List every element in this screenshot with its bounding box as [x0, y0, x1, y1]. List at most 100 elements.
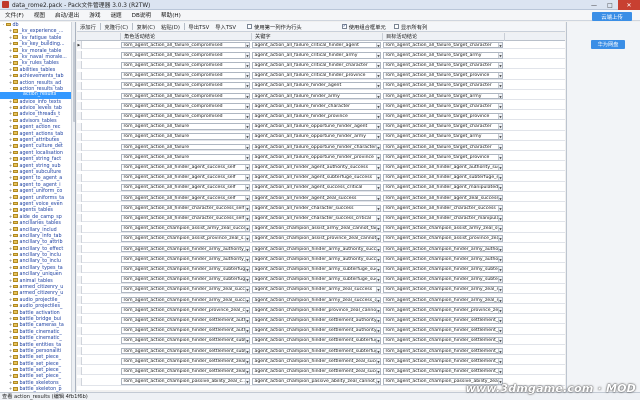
target-result-cell[interactable]: rom_agent_action_champion_hinder_army_ze…	[383, 296, 503, 304]
agent-result-cell[interactable]: rom_agent_action_all_failure ▼	[121, 153, 250, 161]
row-selector[interactable]	[77, 51, 82, 60]
table-row[interactable]: rom_agent_action_all_hinder_agent_succes…	[77, 183, 565, 192]
agent-result-cell[interactable]: rom_agent_action_champion_hinder_settlem…	[121, 347, 250, 355]
combo-cells-checkbox[interactable]: ✓ 使用组合框单元	[341, 23, 386, 31]
table-row[interactable]: rom_agent_action_champion_hinder_army_au…	[77, 255, 565, 264]
import-tsv-button[interactable]: 导入TSV	[212, 23, 239, 31]
row-selector[interactable]	[77, 143, 82, 151]
agent-result-cell[interactable]: rom_agent_action_champion_assist_army_ze…	[121, 225, 250, 232]
key-cell[interactable]: agent_action_all_failure_critical_hinder…	[252, 61, 381, 69]
key-cell[interactable]: agent_action_all_hinder_agent_success_cr…	[252, 184, 381, 192]
agent-result-cell[interactable]: rom_agent_action_champion_hinder_settlem…	[121, 337, 250, 345]
add-row-button[interactable]: 添加行	[77, 23, 99, 31]
agent-result-cell[interactable]: rom_agent_action_all_hinder_agent_succes…	[121, 184, 250, 192]
table-row[interactable]: rom_agent_action_all_failure ▼ agent_actio…	[77, 143, 565, 151]
key-cell[interactable]: agent_action_champion_hinder_army_subter…	[252, 265, 381, 273]
key-cell[interactable]: agent_action_all_hinder_character_succes…	[252, 214, 381, 222]
target-result-cell[interactable]: rom_agent_action_all_failure_target_prov…	[383, 112, 503, 120]
row-selector[interactable]	[77, 214, 82, 223]
target-result-cell[interactable]: rom_agent_action_champion_hinder_army_su…	[383, 276, 503, 283]
minimize-button[interactable]: —	[586, 0, 602, 10]
cloud-upload-button[interactable]: 云端上传	[592, 12, 632, 21]
combo-dropdown-icon[interactable]: ▼	[245, 277, 249, 283]
table-row[interactable]: rom_agent_action_all_failure_compromised…	[77, 112, 565, 121]
combo-dropdown-icon[interactable]: ▼	[498, 73, 502, 79]
clone-row-button[interactable]: 克隆行(C)	[101, 23, 131, 31]
combo-dropdown-icon[interactable]: ▼	[376, 62, 380, 68]
agent-result-cell[interactable]: rom_agent_action_all_failure ▼	[121, 123, 250, 130]
row-selector[interactable]	[77, 183, 82, 192]
combo-dropdown-icon[interactable]: ▼	[498, 348, 502, 354]
combo-dropdown-icon[interactable]: ▼	[245, 236, 249, 242]
combo-dropdown-icon[interactable]: ▼	[245, 62, 249, 68]
combo-dropdown-icon[interactable]: ▼	[498, 175, 502, 181]
agent-result-cell[interactable]: rom_agent_action_champion_passive_abilit…	[121, 378, 250, 385]
combo-dropdown-icon[interactable]: ▼	[498, 113, 502, 119]
key-cell[interactable]: agent_action_all_failure_opportune_hinde…	[252, 153, 381, 161]
combo-dropdown-icon[interactable]: ▼	[498, 134, 502, 140]
combo-dropdown-icon[interactable]: ▼	[376, 307, 380, 313]
agent-result-cell[interactable]: rom_agent_action_all_failure_compromised…	[121, 61, 250, 69]
agent-result-cell[interactable]: rom_agent_action_all_hinder_character_su…	[121, 204, 250, 212]
target-result-cell[interactable]: rom_agent_action_all_failure_target_army…	[383, 92, 503, 100]
combo-dropdown-icon[interactable]: ▼	[498, 307, 502, 313]
combo-dropdown-icon[interactable]: ▼	[376, 277, 380, 283]
column-header-key[interactable]: 关键字	[252, 33, 383, 41]
combo-dropdown-icon[interactable]: ▼	[245, 103, 249, 109]
combo-dropdown-icon[interactable]: ▼	[245, 317, 249, 323]
combo-dropdown-icon[interactable]: ▼	[376, 287, 380, 293]
table-row[interactable]: rom_agent_action_all_failure_compromised…	[77, 92, 565, 100]
combo-dropdown-icon[interactable]: ▼	[498, 317, 502, 323]
combo-dropdown-icon[interactable]: ▼	[498, 215, 502, 221]
table-row[interactable]: rom_agent_action_all_failure_compromised…	[77, 51, 565, 60]
combo-dropdown-icon[interactable]: ▼	[376, 164, 380, 170]
target-result-cell[interactable]: rom_agent_action_all_hinder_agent_subter…	[383, 174, 503, 181]
agent-result-cell[interactable]: rom_agent_action_all_hinder_agent_succes…	[121, 194, 250, 202]
key-cell[interactable]: agent_action_champion_hinder_army_zeal_s…	[252, 296, 381, 304]
agent-result-cell[interactable]: rom_agent_action_all_failure_compromised…	[121, 102, 250, 110]
combo-dropdown-icon[interactable]: ▼	[245, 215, 249, 221]
agent-result-cell[interactable]: rom_agent_action_champion_hinder_army_su…	[121, 276, 250, 283]
agent-result-cell[interactable]: rom_agent_action_champion_hinder_army_ze…	[121, 286, 250, 294]
combo-dropdown-icon[interactable]: ▼	[498, 368, 502, 374]
menu-puzzle[interactable]: 谜题	[105, 11, 126, 19]
combo-dropdown-icon[interactable]: ▼	[245, 52, 249, 58]
combo-dropdown-icon[interactable]: ▼	[376, 113, 380, 119]
combo-dropdown-icon[interactable]: ▼	[245, 307, 249, 313]
combo-dropdown-icon[interactable]: ▼	[245, 246, 249, 252]
combo-dropdown-icon[interactable]: ▼	[376, 226, 380, 232]
combo-dropdown-icon[interactable]: ▼	[245, 42, 249, 48]
agent-result-cell[interactable]: rom_agent_action_champion_hinder_army_ze…	[121, 296, 250, 304]
table-row[interactable]: rom_agent_action_champion_hinder_army_au…	[77, 245, 565, 253]
row-selector[interactable]	[77, 367, 82, 376]
combo-dropdown-icon[interactable]: ▼	[376, 93, 380, 99]
combo-dropdown-icon[interactable]: ▼	[245, 368, 249, 374]
combo-dropdown-icon[interactable]: ▼	[498, 256, 502, 262]
row-selector[interactable]	[77, 296, 82, 304]
row-selector[interactable]	[77, 275, 82, 284]
table-row[interactable]: rom_agent_action_all_failure ▼ agent_actio…	[77, 132, 565, 141]
key-cell[interactable]: agent_action_champion_assist_army_zeal_c…	[252, 225, 381, 232]
agent-result-cell[interactable]: rom_agent_action_all_failure ▼	[121, 143, 250, 151]
target-result-cell[interactable]: rom_agent_action_champion_hinder_settlem…	[383, 367, 503, 375]
target-result-cell[interactable]: rom_agent_action_champion_assist_army_ze…	[383, 225, 503, 232]
table-row[interactable]: rom_agent_action_all_failure_compromised…	[77, 71, 565, 80]
table-row[interactable]: rom_agent_action_all_failure_compromised…	[77, 81, 565, 90]
row-selector[interactable]	[77, 347, 82, 355]
key-cell[interactable]: agent_action_champion_hinder_settlement_…	[252, 357, 381, 365]
agent-result-cell[interactable]: rom_agent_action_champion_hinder_settlem…	[121, 327, 250, 334]
combo-dropdown-icon[interactable]: ▼	[376, 185, 380, 191]
combo-dropdown-icon[interactable]: ▼	[245, 287, 249, 293]
target-result-cell[interactable]: rom_agent_action_champion_hinder_settlem…	[383, 327, 503, 334]
target-result-cell[interactable]: rom_agent_action_champion_hinder_settlem…	[383, 347, 503, 355]
key-cell[interactable]: agent_action_champion_assist_province_ze…	[252, 235, 381, 243]
combo-dropdown-icon[interactable]: ▼	[498, 246, 502, 252]
table-row[interactable]: rom_agent_action_champion_assist_provinc…	[77, 234, 565, 243]
key-cell[interactable]: agent_action_champion_hinder_province_ze…	[252, 306, 381, 314]
menu-db-notes[interactable]: DB说明	[127, 11, 156, 19]
target-result-cell[interactable]: rom_agent_action_all_hinder_agent_manipu…	[383, 184, 503, 192]
table-row[interactable]: rom_agent_action_all_failure_compromised…	[77, 61, 565, 70]
combo-dropdown-icon[interactable]: ▼	[245, 73, 249, 79]
menu-view[interactable]: 视图	[29, 11, 50, 19]
agent-result-cell[interactable]: rom_agent_action_all_failure ▼	[121, 133, 250, 141]
